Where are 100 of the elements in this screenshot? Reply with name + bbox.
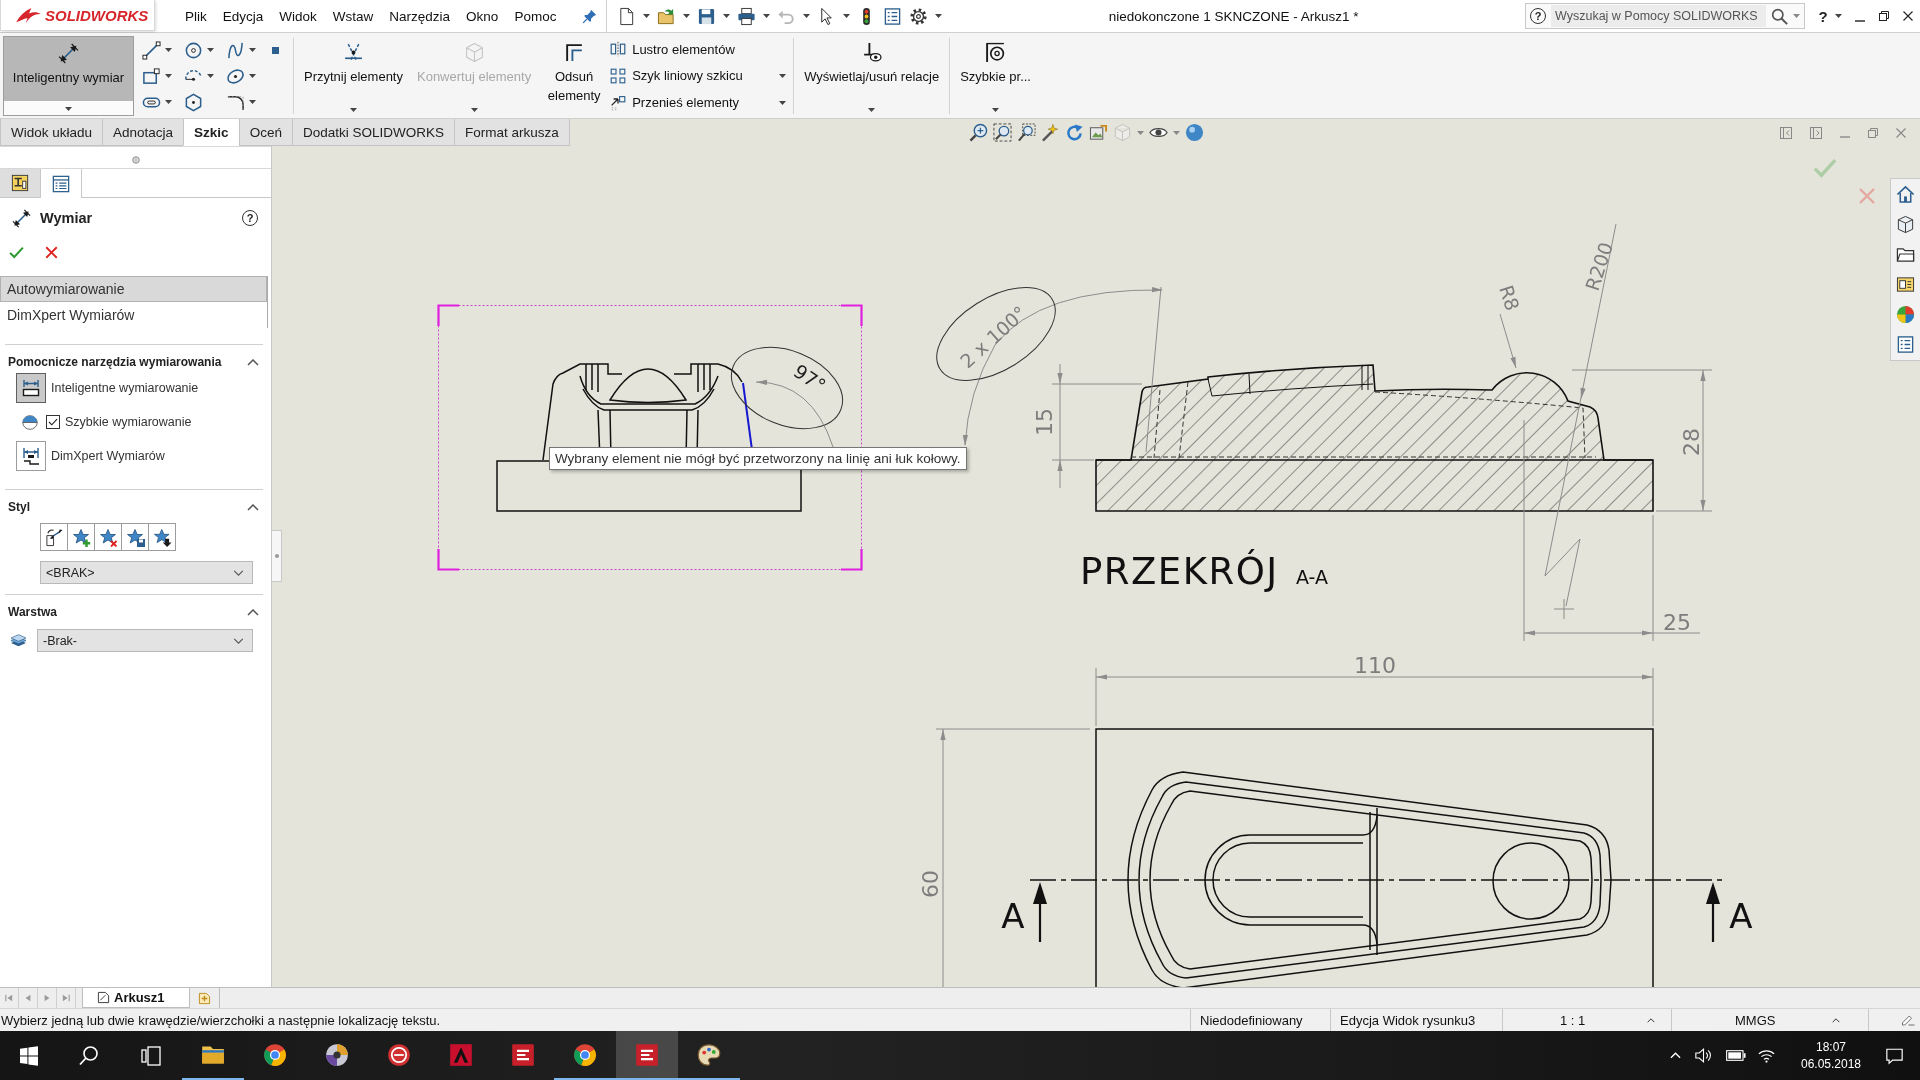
- checkbox[interactable]: [46, 415, 60, 429]
- tile-left-icon[interactable]: [1780, 126, 1792, 139]
- notification-icon[interactable]: [1885, 1046, 1904, 1065]
- clock-time[interactable]: 18:07: [1816, 1038, 1846, 1056]
- help-menu-button[interactable]: ?: [1815, 7, 1831, 25]
- list-item[interactable]: Autowymiarowanie: [0, 276, 267, 302]
- style-button[interactable]: [40, 523, 68, 551]
- search-icon[interactable]: [79, 1045, 99, 1066]
- toolbar-button[interactable]: Wyświetlaj/usuń relacje: [797, 36, 947, 116]
- caret-icon[interactable]: [207, 48, 214, 52]
- speaker-icon[interactable]: [1695, 1047, 1712, 1064]
- style-button[interactable]: [121, 523, 149, 551]
- image-arrow-icon[interactable]: [1088, 123, 1108, 142]
- caret-icon[interactable]: [165, 48, 172, 52]
- list-item[interactable]: DimXpert Wymiarów: [0, 302, 267, 328]
- folder-outline-icon[interactable]: [1896, 245, 1915, 264]
- toolbar-button[interactable]: Szybkie pr...: [953, 36, 1038, 116]
- splitter-grip-icon[interactable]: [131, 155, 140, 164]
- solidworks-menu-button[interactable]: SOLIDWORKS: [0, 0, 155, 31]
- toolbar-button[interactable]: Odsuń elementy: [538, 36, 611, 116]
- clock-date[interactable]: 06.05.2018: [1800, 1055, 1862, 1073]
- ellipse-icon[interactable]: [226, 66, 245, 86]
- caret-icon[interactable]: [723, 14, 731, 18]
- caret-icon[interactable]: [763, 14, 771, 18]
- restore-icon[interactable]: [1879, 11, 1889, 21]
- color-wheel-icon[interactable]: [1896, 305, 1915, 324]
- caret-icon[interactable]: [643, 14, 651, 18]
- menu-item[interactable]: Wstaw: [324, 4, 382, 28]
- spline-icon[interactable]: [226, 40, 245, 60]
- menu-item[interactable]: Edycja: [214, 4, 272, 28]
- search-field[interactable]: Wyszukaj w Pomocy SOLIDWORKS: [1551, 5, 1766, 27]
- chevron-up-icon[interactable]: [247, 503, 259, 511]
- close-icon[interactable]: [1903, 11, 1913, 21]
- search-icon[interactable]: [1771, 7, 1788, 25]
- gear-icon[interactable]: [909, 6, 929, 26]
- tile-right-icon[interactable]: [1810, 126, 1822, 139]
- toolbar-button[interactable]: Szyk liniowy szkicu: [610, 68, 743, 84]
- style-dropdown[interactable]: <BRAK>: [40, 561, 253, 584]
- caret-icon[interactable]: [249, 48, 256, 52]
- zoom-to-fit-icon[interactable]: [992, 123, 1012, 142]
- tab[interactable]: Format arkusza: [453, 119, 570, 146]
- start-icon[interactable]: [20, 1045, 38, 1066]
- panel-tab[interactable]: [41, 169, 82, 198]
- rectangle-icon[interactable]: [142, 66, 161, 86]
- wifi-icon[interactable]: [1758, 1048, 1775, 1063]
- panel-tab[interactable]: [0, 169, 41, 197]
- sphere-icon[interactable]: [1184, 123, 1204, 142]
- home-icon[interactable]: [1896, 185, 1915, 204]
- toolbar-button[interactable]: Przenieś elementy: [610, 94, 740, 111]
- cancel-icon[interactable]: [44, 244, 59, 260]
- smart-dimension-button[interactable]: Inteligentny wymiar: [3, 36, 134, 116]
- panel-card-icon[interactable]: [1896, 275, 1915, 294]
- caret-icon[interactable]: [207, 74, 214, 78]
- printer-icon[interactable]: [737, 6, 757, 26]
- tool-button[interactable]: [16, 441, 46, 471]
- caret-icon[interactable]: [779, 100, 787, 105]
- zoom-area-icon[interactable]: [1016, 123, 1036, 142]
- tab[interactable]: Widok układu: [0, 119, 104, 146]
- caret-icon[interactable]: [779, 74, 787, 78]
- caret-icon[interactable]: [803, 14, 811, 18]
- taskbar-button[interactable]: [616, 1031, 678, 1080]
- caret-icon[interactable]: [935, 14, 943, 18]
- list-icon[interactable]: [883, 6, 903, 26]
- layer-dropdown[interactable]: -Brak-: [37, 629, 253, 652]
- point-icon[interactable]: [272, 46, 279, 54]
- style-button[interactable]: [148, 523, 176, 551]
- caret-icon[interactable]: [843, 14, 851, 18]
- menu-item[interactable]: Okno: [458, 4, 507, 28]
- tab[interactable]: Oceń: [238, 119, 293, 146]
- caret-icon[interactable]: [165, 100, 172, 104]
- rotate-arrow-icon[interactable]: [1064, 123, 1084, 142]
- menu-item[interactable]: Widok: [271, 4, 325, 28]
- menu-item[interactable]: Pomoc: [506, 4, 565, 28]
- help-search-box[interactable]: ? Wyszukaj w Pomocy SOLIDWORKS: [1525, 3, 1805, 29]
- wand-icon[interactable]: [1040, 123, 1060, 142]
- zoom-icon[interactable]: [968, 123, 988, 142]
- tab[interactable]: Adnotacja: [102, 119, 185, 146]
- menu-item[interactable]: Plik: [177, 4, 215, 28]
- tab[interactable]: Dodatki SOLIDWORKS: [291, 119, 455, 146]
- chevron-up-icon[interactable]: [247, 608, 259, 616]
- line-icon[interactable]: [142, 40, 161, 60]
- confirm-icon[interactable]: [9, 244, 24, 260]
- task-view-icon[interactable]: [141, 1045, 161, 1066]
- hexagon-icon[interactable]: [184, 92, 203, 112]
- list-icon[interactable]: [1896, 335, 1915, 354]
- toolbar-button[interactable]: Przytnij elementy: [297, 36, 410, 116]
- chevron-up-icon[interactable]: [247, 358, 259, 366]
- caret-icon[interactable]: [249, 74, 256, 78]
- battery-icon[interactable]: [1726, 1050, 1746, 1061]
- box-icon[interactable]: [1896, 215, 1915, 234]
- caret-icon[interactable]: [683, 14, 691, 18]
- caret-icon[interactable]: [165, 74, 172, 78]
- tab[interactable]: Szkic: [183, 119, 240, 146]
- circle-icon[interactable]: [184, 40, 203, 60]
- pin-icon[interactable]: [582, 8, 598, 24]
- menu-item[interactable]: Narzędzia: [381, 4, 459, 28]
- caret-icon[interactable]: [1835, 14, 1842, 18]
- tool-button[interactable]: [16, 373, 46, 403]
- sheet-tab[interactable]: Arkusz1: [82, 988, 190, 1008]
- panel-splitter-handle[interactable]: [272, 530, 282, 582]
